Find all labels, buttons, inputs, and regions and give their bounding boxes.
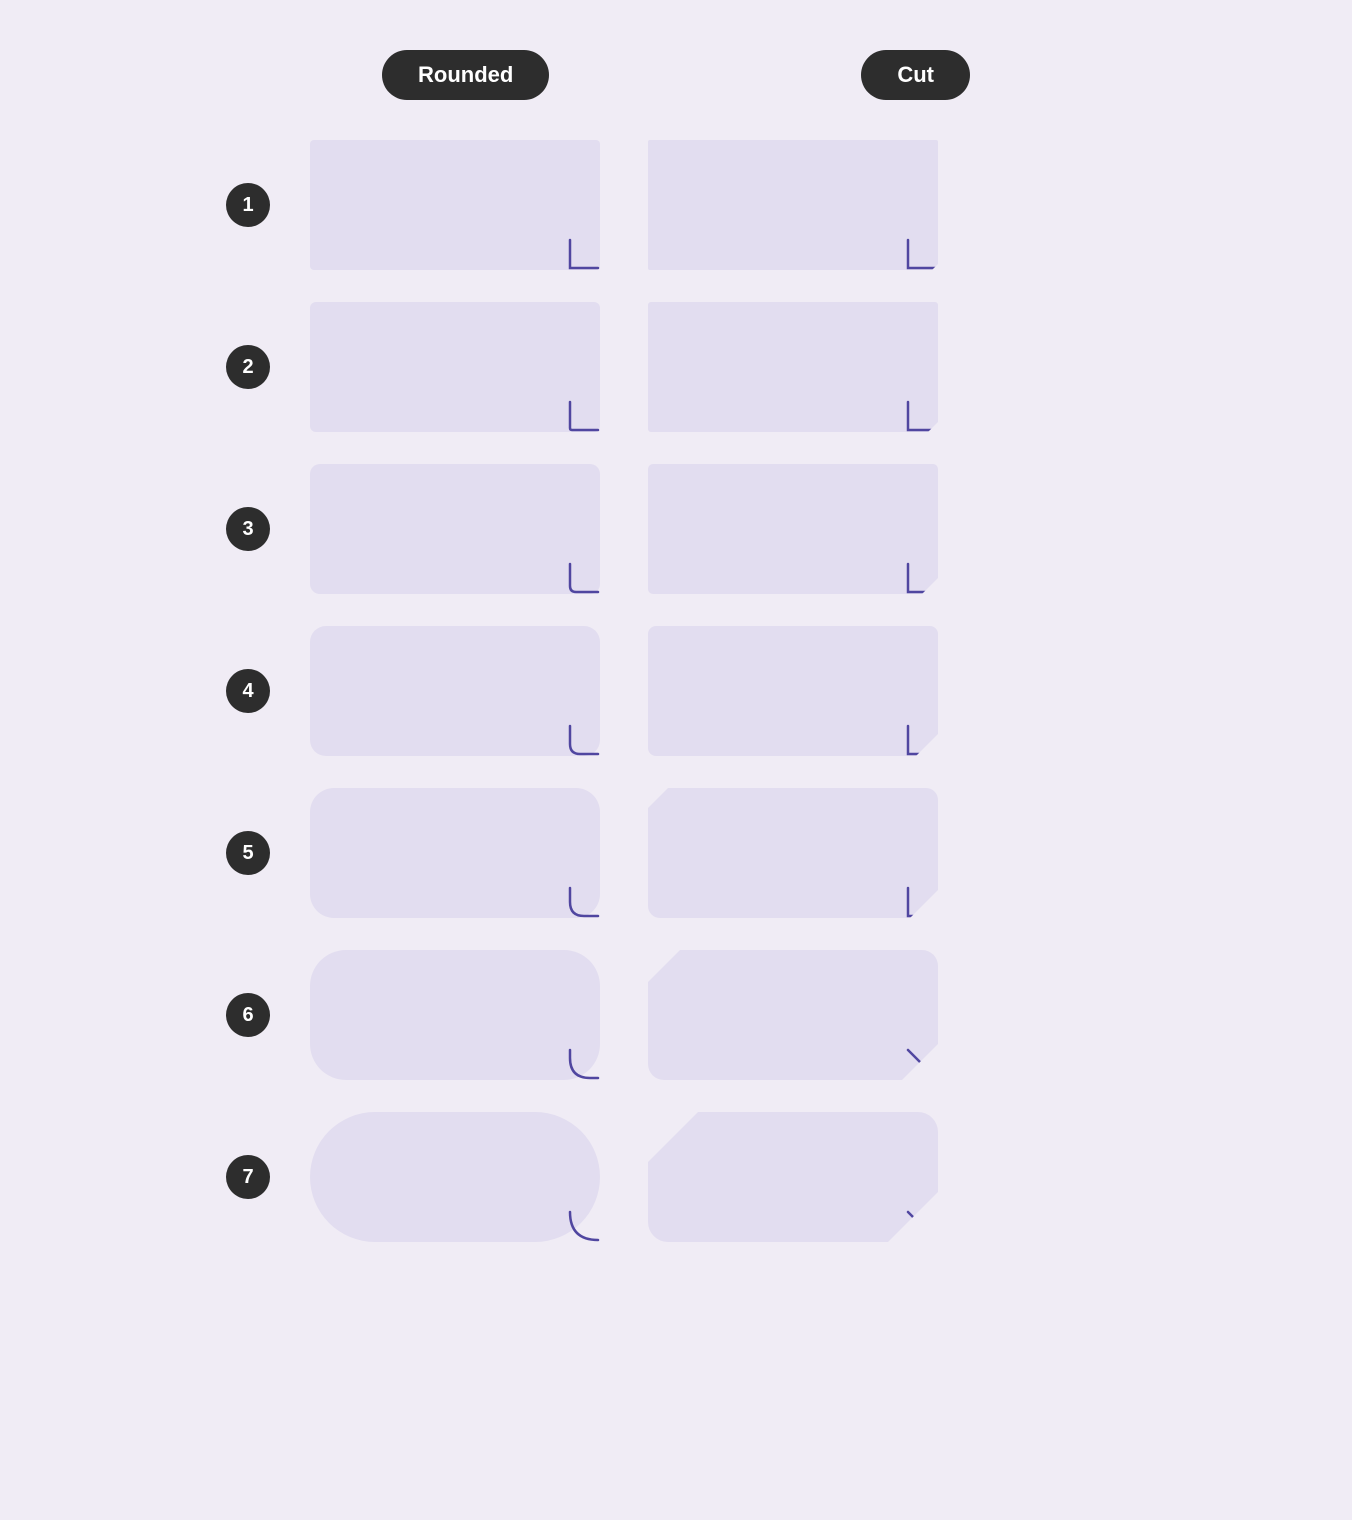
- corner-mark-cut-3: [906, 562, 938, 594]
- cut-card-4: [648, 626, 938, 756]
- columns-1: [310, 140, 1126, 270]
- row-number-2: 2: [226, 345, 270, 389]
- grid-row-1: 1: [226, 140, 1126, 270]
- row-number-4: 4: [226, 669, 270, 713]
- rounded-card-6: [310, 950, 600, 1080]
- row-number-5: 5: [226, 831, 270, 875]
- rounded-badge: Rounded: [382, 50, 549, 100]
- grid-row-3: 3: [226, 464, 1126, 594]
- columns-3: [310, 464, 1126, 594]
- cut-card-2: [648, 302, 938, 432]
- corner-mark-rounded-1: [568, 238, 600, 270]
- cut-card-3: [648, 464, 938, 594]
- corner-mark-cut-2: [906, 400, 938, 432]
- corner-mark-rounded-4: [568, 724, 600, 756]
- rounded-card-7: [310, 1112, 600, 1242]
- page-wrapper: Rounded Cut 1: [0, 0, 1352, 1322]
- columns-6: [310, 950, 1126, 1080]
- columns-7: [310, 1112, 1126, 1242]
- columns-5: [310, 788, 1126, 918]
- row-number-1: 1: [226, 183, 270, 227]
- row-number-7: 7: [226, 1155, 270, 1199]
- grid-row-6: 6: [226, 950, 1126, 1080]
- corner-mark-rounded-2: [568, 400, 600, 432]
- corner-mark-cut-6: [906, 1048, 938, 1080]
- cut-badge: Cut: [861, 50, 970, 100]
- cut-card-7: [648, 1112, 938, 1242]
- rounded-card-2: [310, 302, 600, 432]
- shape-grid: 1: [226, 140, 1126, 1242]
- corner-mark-rounded-3: [568, 562, 600, 594]
- cut-card-1: [648, 140, 938, 270]
- columns-4: [310, 626, 1126, 756]
- grid-row-4: 4: [226, 626, 1126, 756]
- grid-row-7: 7: [226, 1112, 1126, 1242]
- rounded-card-4: [310, 626, 600, 756]
- corner-mark-cut-5: [906, 886, 938, 918]
- row-number-3: 3: [226, 507, 270, 551]
- rounded-card-5: [310, 788, 600, 918]
- corner-mark-cut-7: [906, 1210, 938, 1242]
- columns-2: [310, 302, 1126, 432]
- corner-mark-rounded-5: [568, 886, 600, 918]
- grid-row-2: 2: [226, 302, 1126, 432]
- row-number-6: 6: [226, 993, 270, 1037]
- rounded-card-3: [310, 464, 600, 594]
- cut-card-6: [648, 950, 938, 1080]
- rounded-card-1: [310, 140, 600, 270]
- corner-mark-rounded-6: [568, 1048, 600, 1080]
- header-row: Rounded Cut: [226, 50, 1126, 100]
- grid-row-5: 5: [226, 788, 1126, 918]
- cut-card-5: [648, 788, 938, 918]
- corner-mark-cut-4: [906, 724, 938, 756]
- corner-mark-cut-1: [906, 238, 938, 270]
- corner-mark-rounded-7: [568, 1210, 600, 1242]
